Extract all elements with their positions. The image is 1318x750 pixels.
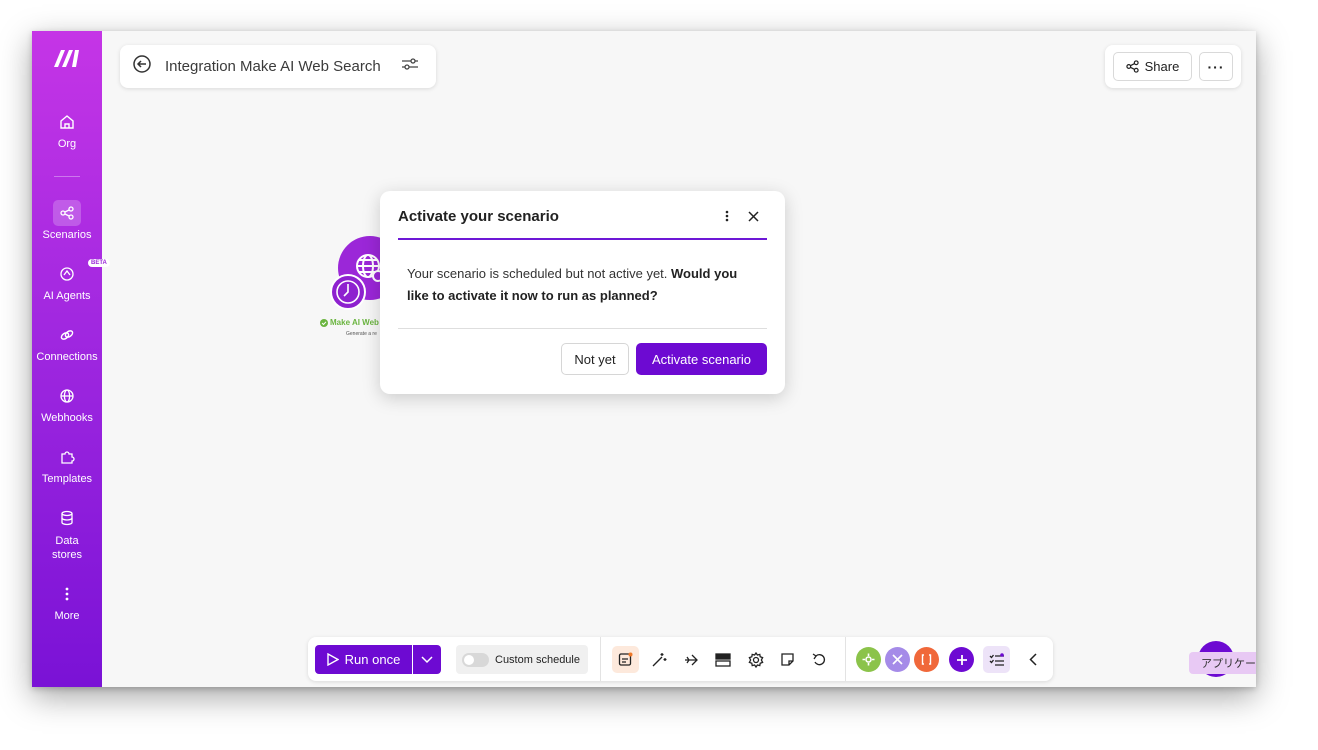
sidebar-item-webhooks[interactable]: Webhooks <box>32 383 102 424</box>
bottom-toolbar: Run once Custom schedule <box>308 637 1053 681</box>
link-icon <box>53 322 81 348</box>
sidebar-item-scenarios[interactable]: Scenarios <box>32 200 102 241</box>
kebab-icon[interactable] <box>720 206 734 226</box>
undo-icon[interactable] <box>806 646 833 673</box>
not-yet-button[interactable]: Not yet <box>561 343 629 375</box>
ai-agent-icon: BETA <box>53 259 110 287</box>
json-module-icon[interactable] <box>914 647 939 672</box>
home-icon <box>53 109 81 135</box>
sidebar-item-label: Connections <box>36 351 98 363</box>
scenario-title[interactable]: Integration Make AI Web Search <box>165 58 381 75</box>
dialog-title-underline <box>398 238 767 240</box>
share-button[interactable]: Share <box>1113 52 1192 81</box>
activate-scenario-button[interactable]: Activate scenario <box>636 343 767 375</box>
share-label: Share <box>1144 59 1180 74</box>
sidebar-divider <box>54 176 80 177</box>
puzzle-icon <box>53 444 81 470</box>
sidebar-item-label: Webhooks <box>41 412 93 424</box>
check-circle-icon <box>320 318 328 327</box>
sidebar-item-data-stores[interactable]: Data stores <box>32 505 102 562</box>
sidebar-item-more[interactable]: More <box>32 581 102 622</box>
gear-icon[interactable] <box>742 646 769 673</box>
dialog-title: Activate your scenario <box>398 208 559 225</box>
checklist-icon[interactable] <box>983 646 1010 673</box>
notes-icon[interactable] <box>709 646 736 673</box>
globe-icon <box>53 383 81 409</box>
sidebar-item-templates[interactable]: Templates <box>32 444 102 485</box>
scenario-title-card: Integration Make AI Web Search <box>120 45 436 88</box>
sidebar-item-label: Scenarios <box>42 229 92 241</box>
module-label: Make AI Web <box>320 318 379 327</box>
tools-module-icon[interactable] <box>856 647 881 672</box>
add-module-icon[interactable] <box>949 647 974 672</box>
sidebar-item-org[interactable]: Org <box>32 109 102 150</box>
dialog-message: Your scenario is scheduled but not activ… <box>407 263 759 307</box>
run-once-button[interactable]: Run once <box>315 645 412 674</box>
module-sublabel: Generate a re <box>346 331 377 337</box>
close-icon[interactable] <box>744 206 762 226</box>
clock-icon[interactable] <box>330 274 366 310</box>
sticky-note-icon[interactable] <box>774 646 801 673</box>
back-arrow-icon[interactable] <box>132 54 152 79</box>
share-nodes-icon <box>53 200 81 226</box>
custom-schedule-toggle[interactable]: Custom schedule <box>456 645 588 674</box>
activate-scenario-dialog: Activate your scenario Your scenario is … <box>380 191 785 394</box>
chevron-left-icon[interactable] <box>1019 646 1046 673</box>
toolbar-divider <box>600 637 601 681</box>
chevron-down-icon <box>421 655 433 663</box>
share-nodes-icon <box>1125 60 1139 73</box>
custom-schedule-label: Custom schedule <box>495 653 580 666</box>
sidebar-item-label: Data stores <box>52 535 82 561</box>
module-name: Make AI Web <box>330 318 379 327</box>
scheduling-icon[interactable] <box>612 646 639 673</box>
dialog-divider <box>398 328 767 329</box>
sidebar-item-label: More <box>54 610 80 622</box>
share-card: Share ··· <box>1105 45 1241 88</box>
app-window: Org Scenarios BETA AI Agents Connections <box>32 31 1256 687</box>
sidebar-item-label: Templates <box>41 473 93 485</box>
sidebar-item-label: Org <box>57 138 77 150</box>
sidebar-item-ai-agents[interactable]: BETA AI Agents <box>32 259 110 302</box>
toolbar-divider <box>845 637 846 681</box>
dialog-message-plain: Your scenario is scheduled but not activ… <box>407 266 672 281</box>
sliders-icon[interactable] <box>401 57 419 76</box>
airplane-icon[interactable] <box>677 646 704 673</box>
database-icon <box>53 505 81 531</box>
assistant-tooltip: アプリケー <box>1189 652 1256 674</box>
more-options-button[interactable]: ··· <box>1199 52 1233 81</box>
flow-control-icon[interactable] <box>885 647 910 672</box>
magic-wand-icon[interactable] <box>645 646 672 673</box>
run-once-label: Run once <box>344 652 401 667</box>
beta-badge: BETA <box>88 259 110 267</box>
run-options-button[interactable] <box>413 645 441 674</box>
make-logo[interactable] <box>32 45 102 71</box>
toggle-switch[interactable] <box>462 652 489 667</box>
kebab-icon <box>53 581 81 607</box>
play-icon <box>326 653 339 666</box>
sidebar: Org Scenarios BETA AI Agents Connections <box>32 31 110 687</box>
sidebar-item-label: AI Agents <box>43 290 91 302</box>
sidebar-item-connections[interactable]: Connections <box>32 322 102 363</box>
